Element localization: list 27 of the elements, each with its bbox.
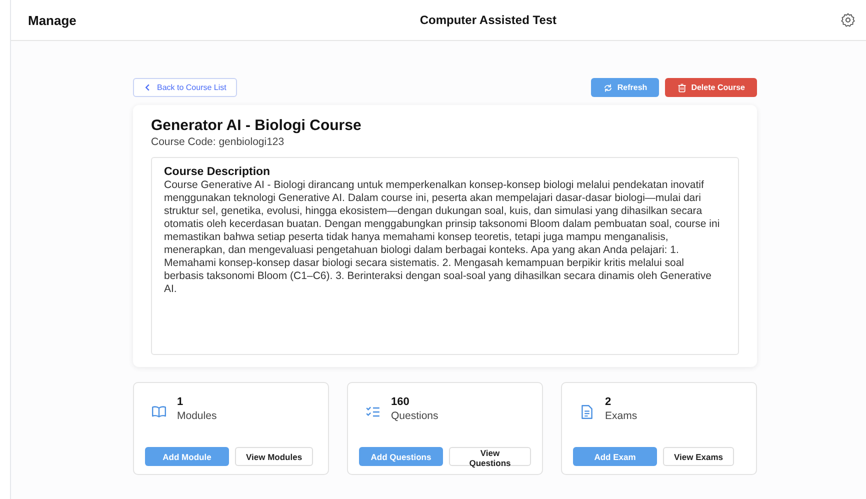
view-button[interactable]: View Exams bbox=[663, 447, 734, 466]
manage-label: Manage bbox=[28, 12, 76, 28]
document-icon bbox=[579, 404, 595, 420]
view-button[interactable]: View Modules bbox=[235, 447, 314, 466]
settings-icon[interactable] bbox=[840, 12, 856, 28]
refresh-button[interactable]: Refresh bbox=[591, 78, 660, 97]
trash-icon bbox=[677, 82, 688, 92]
stat-count: 2 bbox=[605, 396, 612, 408]
add-button[interactable]: Add Module bbox=[145, 447, 229, 466]
course-code: Course Code: genbiologi123 bbox=[151, 136, 286, 148]
view-button[interactable]: View Questions bbox=[449, 447, 531, 466]
description-heading: Course Description bbox=[164, 166, 272, 178]
stat-label: Questions bbox=[391, 410, 438, 422]
delete-button[interactable]: Delete Course bbox=[665, 78, 757, 97]
course-title: Generator AI - Biologi Course bbox=[151, 117, 362, 134]
book-icon bbox=[151, 404, 167, 420]
app-title: Computer Assisted Test bbox=[420, 13, 557, 27]
stat-count: 1 bbox=[177, 396, 184, 408]
stat-label: Exams bbox=[605, 410, 638, 422]
description-text: Course Generative AI - Biologi dirancang untuk memperkenalkan konsep-konsep biologi melalui pendekatan inovatif menggunakan teknologi Generative AI. Dalam course ini, peserta akan mempelajari dasar-dasar biologi—mulai dari struktur sel, genetika, evolusi, hingga ekosistem—dengan dukungan soal, kuis, dan simulasi yang dihasilkan secara otomatis oleh kecerdasan buatan. Dengan menggabungkan prinsip taksonomi Bloom dalam pembuatan soal, course ini memastikan bahwa setiap peserta tidak hanya memahami konsep teoretis, tetapi juga mampu menganalisis, menerapkan, dan mengevaluasi pengetahuan biologi dalam berbagai konteks. Apa yang akan Anda pelajari: 1. Memahami konsep-konsep dasar biologi secara sistematis. 2. Mengasah kemampuan berpikir kritis melalui soal berbasis taksonomi Bloom (C1–C6). 3. Berinteraksi dengan soal-soal yang dihasilkan secara dinamis oleh Generative AI. bbox=[164, 179, 721, 296]
stat-count: 160 bbox=[391, 396, 410, 408]
add-button[interactable]: Add Questions bbox=[359, 447, 443, 466]
add-button[interactable]: Add Exam bbox=[573, 447, 657, 466]
back-button[interactable]: Back to Course List bbox=[133, 78, 238, 97]
refresh-icon bbox=[603, 82, 614, 92]
stat-label: Modules bbox=[177, 410, 217, 422]
chevron-left-icon bbox=[144, 84, 151, 91]
